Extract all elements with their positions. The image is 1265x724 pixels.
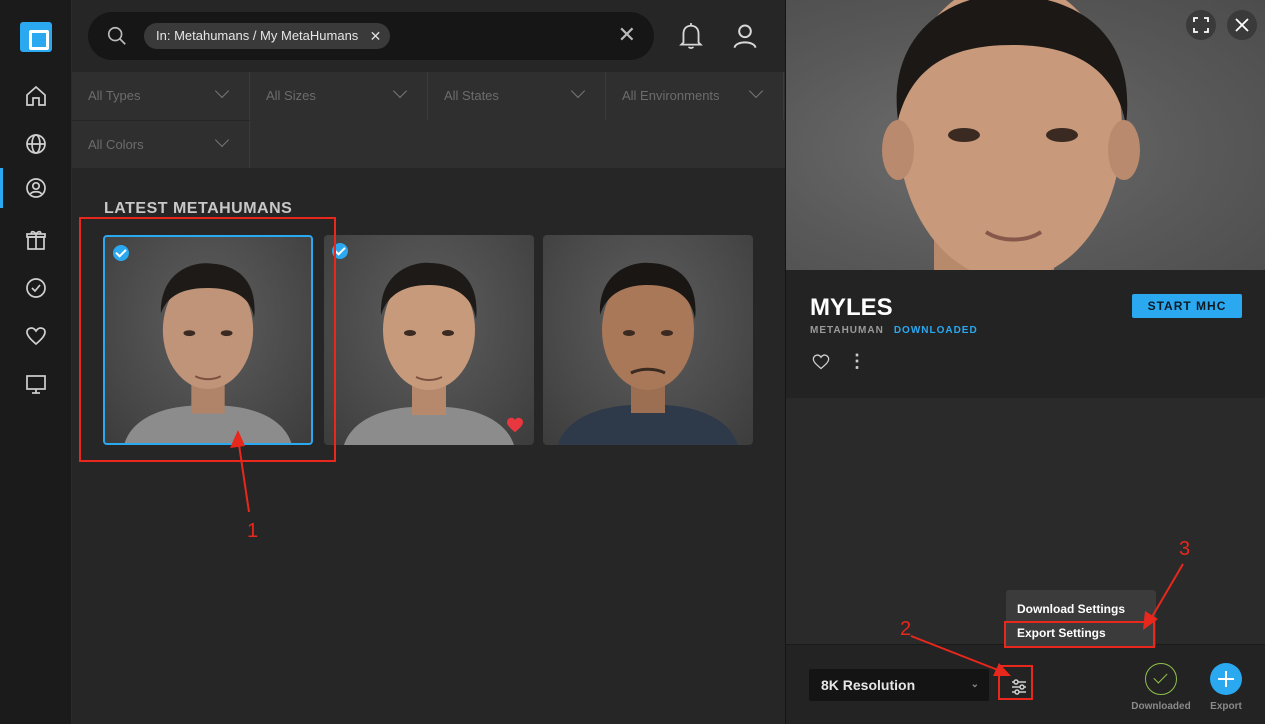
resolution-value: 8K Resolution bbox=[821, 677, 916, 693]
heart-icon bbox=[26, 327, 46, 346]
downloaded-label: Downloaded bbox=[1131, 701, 1191, 712]
gift-nav-button[interactable] bbox=[0, 220, 72, 260]
monitor-icon bbox=[26, 375, 46, 394]
annotation-number-2: 2 bbox=[900, 618, 912, 640]
downloaded-check-icon bbox=[1145, 663, 1177, 695]
annotation-box-3 bbox=[1004, 621, 1155, 648]
gift-icon bbox=[26, 230, 46, 250]
user-circle-icon bbox=[26, 178, 46, 198]
left-navigation-rail bbox=[0, 0, 72, 724]
types-filter-dropdown[interactable]: All Types bbox=[72, 72, 250, 120]
fullscreen-icon bbox=[1193, 17, 1209, 33]
search-filter-chip[interactable]: In: Metahumans / My MetaHumans ✕ bbox=[144, 23, 391, 49]
plus-icon bbox=[1210, 663, 1242, 695]
metahuman-name: MYLES bbox=[810, 294, 893, 321]
more-options-icon[interactable]: ⋮ bbox=[848, 352, 866, 370]
close-icon bbox=[1235, 18, 1249, 32]
sizes-filter-dropdown[interactable]: All Sizes bbox=[250, 72, 428, 120]
export-label: Export bbox=[1210, 701, 1242, 712]
annotation-arrow-1 bbox=[230, 430, 250, 513]
fullscreen-button[interactable] bbox=[1186, 10, 1216, 40]
environments-filter-label: All Environments bbox=[622, 88, 720, 103]
section-title: LATEST METAHUMANS bbox=[104, 200, 293, 217]
search-bar[interactable]: In: Metahumans / My MetaHumans ✕ ✕ bbox=[88, 12, 654, 60]
states-filter-label: All States bbox=[444, 88, 499, 103]
tasks-nav-button[interactable] bbox=[0, 268, 72, 308]
metahuman-meta: METAHUMAN DOWNLOADED bbox=[810, 325, 978, 336]
globe-nav-button[interactable] bbox=[0, 124, 72, 164]
chevron-down-icon bbox=[748, 83, 764, 99]
search-filter-chip-label: In: Metahumans / My MetaHumans bbox=[156, 28, 359, 43]
annotation-arrow-3 bbox=[1143, 563, 1184, 630]
home-icon bbox=[26, 85, 46, 106]
clear-search-icon[interactable]: ✕ bbox=[618, 23, 636, 47]
start-mhc-button[interactable]: START MHC bbox=[1132, 294, 1242, 318]
metahumans-nav-button[interactable] bbox=[0, 168, 72, 208]
downloaded-button[interactable]: Downloaded bbox=[1131, 663, 1191, 712]
metahuman-hero-image bbox=[882, 0, 1140, 270]
chevron-down-icon bbox=[214, 83, 230, 99]
globe-icon bbox=[26, 134, 46, 154]
home-nav-button[interactable] bbox=[0, 76, 72, 116]
types-filter-label: All Types bbox=[88, 88, 141, 103]
sizes-filter-label: All Sizes bbox=[266, 88, 316, 103]
notifications-bell-icon[interactable] bbox=[678, 22, 704, 50]
chevron-down-icon bbox=[570, 83, 586, 99]
filter-bar: All Types All Sizes All States All Envir… bbox=[72, 72, 785, 168]
user-account-icon[interactable] bbox=[731, 22, 759, 50]
search-icon bbox=[107, 26, 126, 45]
top-bar: In: Metahumans / My MetaHumans ✕ ✕ bbox=[72, 0, 785, 72]
annotation-box-1 bbox=[79, 217, 336, 462]
metahuman-type-label: METAHUMAN bbox=[810, 325, 884, 336]
download-state-label: DOWNLOADED bbox=[893, 325, 978, 336]
metahuman-info: MYLES METAHUMAN DOWNLOADED START MHC ⋮ bbox=[786, 270, 1265, 398]
colors-filter-dropdown[interactable]: All Colors bbox=[72, 120, 250, 168]
close-panel-button[interactable] bbox=[1227, 10, 1257, 40]
annotation-number-1: 1 bbox=[247, 520, 259, 542]
chip-remove-icon[interactable]: ✕ bbox=[370, 23, 382, 49]
hero-portrait bbox=[786, 0, 1265, 270]
colors-filter-label: All Colors bbox=[88, 137, 144, 152]
annotation-arrow-2 bbox=[910, 635, 1011, 676]
desktop-nav-button[interactable] bbox=[0, 364, 72, 404]
metahuman-card-3[interactable] bbox=[543, 235, 753, 445]
favorite-heart-icon[interactable] bbox=[506, 417, 524, 433]
chevron-down-icon bbox=[392, 83, 408, 99]
chevron-down-icon bbox=[214, 132, 230, 148]
metahuman-portrait bbox=[344, 262, 514, 445]
download-settings-menu-item[interactable]: Download Settings bbox=[1017, 602, 1125, 616]
environments-filter-dropdown[interactable]: All Environments bbox=[606, 72, 784, 120]
favorite-heart-icon[interactable] bbox=[812, 354, 830, 370]
metahuman-card-2[interactable] bbox=[324, 235, 534, 445]
app-logo[interactable] bbox=[20, 22, 52, 52]
annotation-number-3: 3 bbox=[1179, 538, 1191, 560]
states-filter-dropdown[interactable]: All States bbox=[428, 72, 606, 120]
check-circle-icon bbox=[26, 278, 46, 298]
metahuman-portrait bbox=[558, 262, 738, 445]
favorites-nav-button[interactable] bbox=[0, 316, 72, 356]
export-button[interactable]: Export bbox=[1196, 663, 1256, 712]
